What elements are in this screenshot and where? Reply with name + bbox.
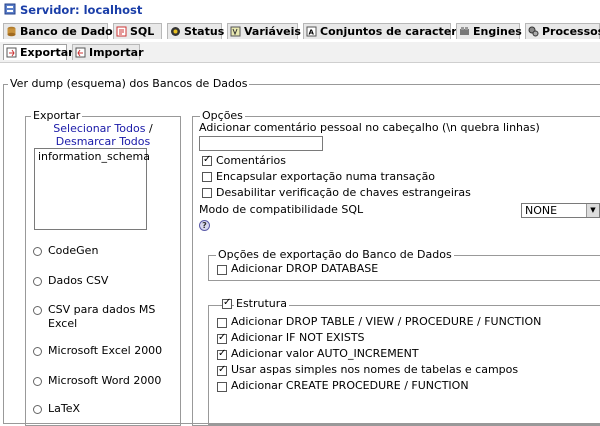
tab-import[interactable]: Importar bbox=[72, 44, 144, 60]
structure-checkbox[interactable] bbox=[222, 297, 232, 309]
checkbox-label: Adicionar valor AUTO_INCREMENT bbox=[231, 347, 419, 360]
format-label: CodeGen bbox=[48, 244, 99, 257]
charset-icon: A bbox=[306, 26, 317, 37]
format-radio[interactable] bbox=[33, 347, 42, 356]
foreign-keys-checkbox[interactable] bbox=[202, 188, 212, 198]
tab-engines[interactable]: Engines bbox=[456, 23, 522, 39]
checkbox-label: Desabilitar verificação de chaves estran… bbox=[216, 186, 471, 199]
tab-status[interactable]: Status bbox=[167, 23, 225, 39]
tab-label: SQL bbox=[130, 25, 155, 38]
checkbox-label: Comentários bbox=[216, 154, 286, 167]
tab-label: Engines bbox=[473, 25, 522, 38]
auto-increment-checkbox[interactable] bbox=[217, 348, 227, 360]
if-not-exists-checkbox[interactable] bbox=[217, 332, 227, 344]
format-radio[interactable] bbox=[33, 247, 42, 256]
import-icon bbox=[75, 47, 86, 58]
transaction-checkbox[interactable] bbox=[202, 172, 212, 182]
help-icon[interactable]: ? bbox=[199, 220, 210, 231]
comments-checkbox[interactable] bbox=[202, 154, 212, 166]
drop-table-checkbox[interactable] bbox=[217, 318, 227, 328]
db-options-legend: Opções de exportação do Banco de Dados bbox=[216, 248, 454, 261]
tab-export[interactable]: Exportar bbox=[3, 44, 74, 60]
format-radio[interactable] bbox=[33, 306, 42, 315]
tab-label: Conjuntos de caracteres bbox=[320, 25, 471, 38]
select-links: Selecionar Todos / Desmarcar Todos bbox=[30, 122, 176, 148]
processes-icon bbox=[528, 26, 539, 37]
list-item[interactable]: information_schema bbox=[35, 149, 150, 164]
export-legend: Exportar bbox=[31, 109, 83, 122]
tabs-row-secondary: Exportar Importar bbox=[0, 42, 600, 63]
database-list[interactable]: information_schema bbox=[34, 148, 150, 230]
tab-label: Processos bbox=[542, 25, 600, 38]
checkbox-label: Adicionar DROP TABLE / VIEW / PROCEDURE … bbox=[231, 315, 542, 328]
title-bar: Servidor: localhost bbox=[0, 0, 600, 20]
checkbox-label: Adicionar CREATE PROCEDURE / FUNCTION bbox=[231, 379, 469, 392]
checkbox-label: Adicionar DROP DATABASE bbox=[231, 262, 379, 275]
structure-legend: Estrutura bbox=[234, 297, 290, 310]
sql-icon bbox=[116, 26, 127, 37]
format-label: LaTeX bbox=[48, 402, 81, 415]
tab-databases[interactable]: Banco de Dados bbox=[3, 23, 119, 39]
link-separator: / bbox=[148, 122, 153, 135]
format-label: Microsoft Word 2000 bbox=[48, 374, 162, 387]
tab-variables[interactable]: Variáveis bbox=[227, 23, 301, 39]
compat-value: NONE bbox=[525, 204, 558, 217]
create-procedure-checkbox[interactable] bbox=[217, 382, 227, 392]
comment-input[interactable] bbox=[199, 136, 323, 151]
chevron-down-icon: ▼ bbox=[586, 204, 599, 217]
checkbox-label: Usar aspas simples nos nomes de tabelas … bbox=[231, 363, 519, 376]
backquotes-checkbox[interactable] bbox=[217, 364, 227, 376]
tab-sql[interactable]: SQL bbox=[113, 23, 162, 39]
checkbox-label: Encapsular exportação numa transação bbox=[216, 170, 436, 183]
format-radio[interactable] bbox=[33, 277, 42, 286]
compat-label: Modo de compatibilidade SQL bbox=[199, 203, 364, 216]
tab-processes[interactable]: Processos bbox=[525, 23, 600, 39]
dump-legend: Ver dump (esquema) dos Bancos de Dados bbox=[8, 77, 250, 90]
checkbox-label: Adicionar IF NOT EXISTS bbox=[231, 331, 365, 344]
tabs-row-main: Banco de Dados SQL Status Variáveis A Co… bbox=[0, 20, 600, 42]
tab-label: Banco de Dados bbox=[20, 25, 120, 38]
format-label: CSV para dados MS Excel bbox=[48, 303, 156, 330]
comment-label: Adicionar comentário pessoal no cabeçalh… bbox=[199, 121, 540, 134]
svg-text:A: A bbox=[309, 29, 315, 37]
server-title: Servidor: localhost bbox=[20, 3, 143, 17]
export-icon bbox=[6, 47, 17, 58]
database-icon bbox=[7, 26, 16, 37]
drop-database-checkbox[interactable] bbox=[217, 265, 227, 275]
tab-charsets[interactable]: A Conjuntos de caracteres bbox=[303, 23, 471, 39]
deselect-all-link[interactable]: Desmarcar Todos bbox=[56, 135, 151, 148]
variables-icon bbox=[230, 26, 241, 37]
format-label: Microsoft Excel 2000 bbox=[48, 344, 163, 357]
engines-icon bbox=[460, 27, 469, 35]
format-label: Dados CSV bbox=[48, 274, 109, 287]
tab-label: Exportar bbox=[20, 46, 74, 59]
select-all-link[interactable]: Selecionar Todos bbox=[53, 122, 145, 135]
server-icon bbox=[4, 3, 16, 15]
status-icon bbox=[171, 27, 180, 36]
tab-label: Importar bbox=[89, 46, 144, 59]
tab-label: Variáveis bbox=[244, 25, 301, 38]
format-radio[interactable] bbox=[33, 377, 42, 386]
compat-select[interactable]: NONE ▼ bbox=[521, 203, 600, 218]
tab-label: Status bbox=[184, 25, 225, 38]
